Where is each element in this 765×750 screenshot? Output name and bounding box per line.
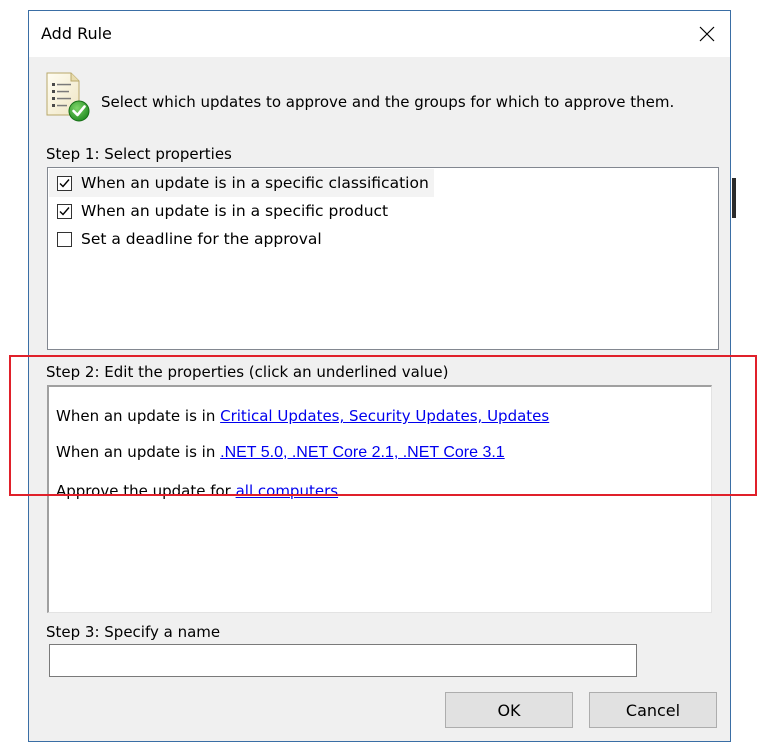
properties-checklist: When an update is in a specific classifi… [47, 167, 719, 350]
approval-group-line: Approve the update for all computers [56, 482, 338, 500]
step1-label: Step 1: Select properties [46, 145, 232, 163]
classification-link[interactable]: Critical Updates, Security Updates, Upda… [220, 407, 549, 425]
rule-name-input[interactable] [49, 644, 637, 677]
product-checkbox[interactable] [57, 203, 72, 219]
title-bar: Add Rule [29, 11, 730, 57]
rule-prefix: Approve the update for [56, 482, 236, 500]
property-item-deadline[interactable]: Set a deadline for the approval [49, 225, 322, 253]
add-rule-dialog: Add Rule Select which updates to approve… [28, 10, 731, 742]
step3-label: Step 3: Specify a name [46, 623, 221, 641]
check-icon [59, 206, 70, 216]
property-item-classification[interactable]: When an update is in a specific classifi… [49, 169, 434, 197]
close-button[interactable] [690, 19, 724, 49]
properties-editor: When an update is in Critical Updates, S… [47, 385, 712, 613]
check-icon [59, 178, 70, 188]
header-instructions: Select which updates to approve and the … [101, 93, 675, 111]
deadline-checkbox[interactable] [57, 231, 72, 247]
product-link[interactable]: .NET 5.0, .NET Core 2.1, .NET Core 3.1 [220, 444, 505, 461]
product-label: When an update is in a specific product [81, 202, 389, 220]
ok-button[interactable]: OK [445, 692, 573, 728]
classification-checkbox[interactable] [57, 175, 72, 191]
cancel-button[interactable]: Cancel [589, 692, 717, 728]
classification-rule-line: When an update is in Critical Updates, S… [56, 407, 549, 425]
rule-prefix: When an update is in [56, 443, 221, 461]
close-icon [699, 26, 715, 42]
computer-group-link[interactable]: all computers [236, 482, 338, 500]
product-rule-line: When an update is in .NET 5.0, .NET Core… [56, 443, 505, 462]
step2-label: Step 2: Edit the properties (click an un… [46, 363, 449, 381]
property-item-product[interactable]: When an update is in a specific product [49, 197, 388, 225]
deadline-label: Set a deadline for the approval [81, 230, 322, 248]
window-title: Add Rule [41, 24, 112, 43]
classification-label: When an update is in a specific classifi… [81, 174, 429, 192]
background-window-edge [732, 178, 736, 218]
rule-document-icon [46, 72, 90, 122]
rule-prefix: When an update is in [56, 407, 221, 425]
